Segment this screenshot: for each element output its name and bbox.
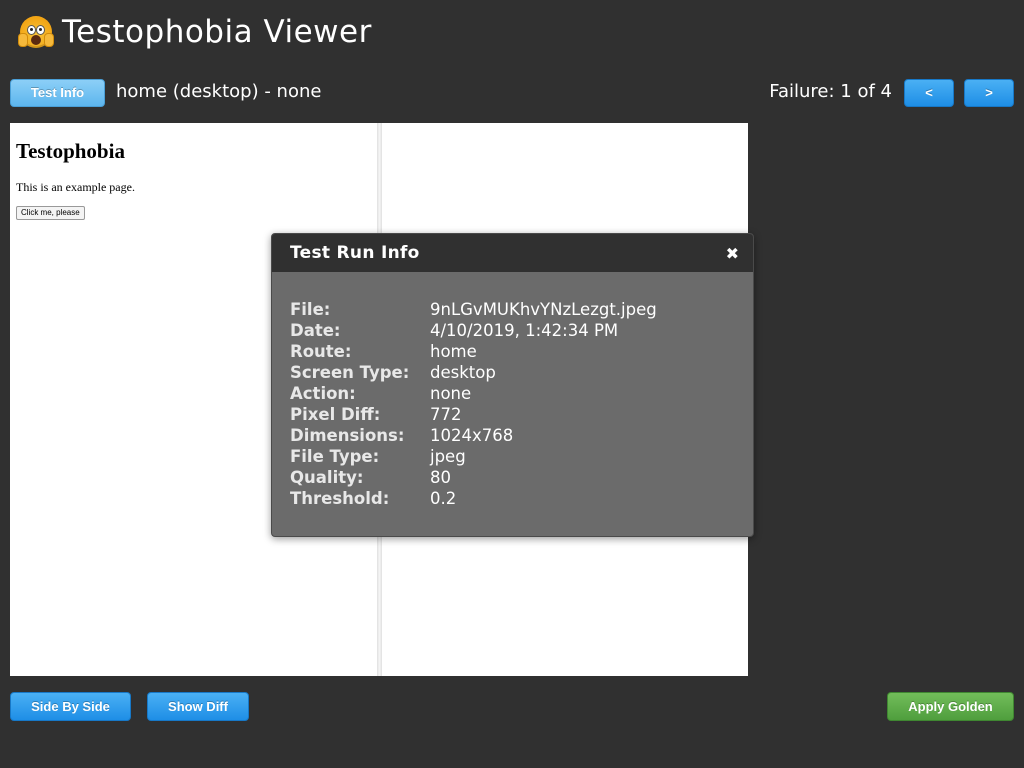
info-value: none	[430, 384, 472, 403]
info-row-quality: Quality: 80	[290, 467, 735, 488]
info-row-route: Route: home	[290, 341, 735, 362]
test-run-info-dialog: Test Run Info ✖ File: 9nLGvMUKhvYNzLezgt.…	[271, 233, 754, 537]
info-value: 4/10/2019, 1:42:34 PM	[430, 321, 619, 340]
info-value: 80	[430, 468, 451, 487]
apply-golden-button[interactable]: Apply Golden	[887, 692, 1014, 721]
info-key: Quality:	[290, 468, 364, 487]
info-row-file-type: File Type: jpeg	[290, 446, 735, 467]
app-header: Testophobia Viewer	[18, 10, 372, 54]
info-value: 9nLGvMUKhvYNzLezgt.jpeg	[430, 300, 657, 319]
dialog-header: Test Run Info ✖	[272, 234, 753, 272]
side-by-side-button[interactable]: Side By Side	[10, 692, 131, 721]
info-value: 0.2	[430, 489, 457, 508]
preview-heading: Testophobia	[16, 139, 125, 163]
info-row-threshold: Threshold: 0.2	[290, 488, 735, 509]
info-key: Dimensions:	[290, 426, 405, 445]
info-key: Threshold:	[290, 489, 390, 508]
info-key: Date:	[290, 321, 341, 340]
failure-counter: Failure: 1 of 4	[769, 81, 892, 102]
info-value: 772	[430, 405, 462, 424]
dialog-body: File: 9nLGvMUKhvYNzLezgt.jpeg Date: 4/10/2…	[272, 272, 753, 509]
info-value: desktop	[430, 363, 496, 382]
info-row-file: File: 9nLGvMUKhvYNzLezgt.jpeg	[290, 299, 735, 320]
preview-paragraph: This is an example page.	[16, 180, 135, 194]
dialog-title: Test Run Info	[290, 243, 420, 263]
info-key: File Type:	[290, 447, 380, 466]
test-info-button[interactable]: Test Info	[10, 79, 105, 107]
info-row-screen-type: Screen Type: desktop	[290, 362, 735, 383]
info-value: jpeg	[430, 447, 466, 466]
info-key: Action:	[290, 384, 356, 403]
info-key: File:	[290, 300, 331, 319]
info-row-date: Date: 4/10/2019, 1:42:34 PM	[290, 320, 735, 341]
show-diff-button[interactable]: Show Diff	[147, 692, 249, 721]
info-key: Screen Type:	[290, 363, 410, 382]
info-key: Route:	[290, 342, 352, 361]
info-row-dimensions: Dimensions: 1024x768	[290, 425, 735, 446]
info-row-action: Action: none	[290, 383, 735, 404]
fearful-face-icon	[18, 16, 54, 48]
app-title: Testophobia Viewer	[62, 14, 372, 50]
info-key: Pixel Diff:	[290, 405, 381, 424]
close-icon[interactable]: ✖	[726, 244, 739, 263]
route-label: home (desktop) - none	[116, 81, 322, 102]
preview-button: Click me, please	[16, 206, 85, 220]
info-value: 1024x768	[430, 426, 514, 445]
prev-failure-button[interactable]: <	[904, 79, 954, 107]
info-row-pixel-diff: Pixel Diff: 772	[290, 404, 735, 425]
info-value: home	[430, 342, 477, 361]
next-failure-button[interactable]: >	[964, 79, 1014, 107]
